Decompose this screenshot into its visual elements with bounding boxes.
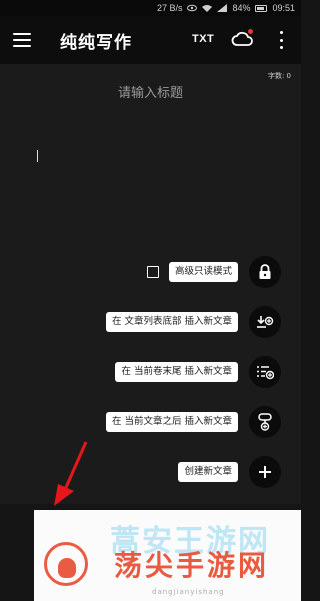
app-bar: 纯纯写作 TXT: [0, 16, 301, 64]
title-input[interactable]: 请输入标题: [0, 82, 301, 101]
watermark-overlay: 蒿安王游网 荡尖手游网 dangjianyishang: [34, 510, 301, 601]
eye-icon: [187, 4, 198, 12]
txt-export-button[interactable]: TXT: [192, 33, 214, 45]
insert-bottom-button[interactable]: [249, 306, 281, 338]
insert-bottom-label[interactable]: 在 文章列表底部 插入新文章: [105, 312, 238, 332]
insert-after-label[interactable]: 在 当前文章之后 插入新文章: [105, 412, 238, 432]
create-article-label[interactable]: 创建新文章: [178, 462, 238, 482]
insert-volume-end-button[interactable]: [249, 356, 281, 388]
clock: 09:51: [272, 3, 295, 13]
insert-volume-end-label[interactable]: 在 当前卷末尾 插入新文章: [115, 362, 238, 382]
readonly-mode-label[interactable]: 高级只读模式: [168, 262, 238, 282]
readonly-checkbox[interactable]: [146, 266, 159, 278]
word-count: 字数: 0: [267, 72, 291, 80]
more-vert-icon[interactable]: [278, 31, 284, 49]
fab-row-insert-volume-end: 在 当前卷末尾 插入新文章: [115, 362, 238, 382]
wifi-icon: [202, 5, 213, 12]
lock-icon: [259, 264, 271, 279]
fab-row-readonly: 高级只读模式: [146, 262, 238, 282]
notification-dot: [248, 29, 253, 34]
signal-icon: [217, 4, 228, 12]
fab-row-insert-after: 在 当前文章之后 插入新文章: [105, 412, 238, 432]
battery-percent: 84%: [232, 3, 251, 13]
readonly-lock-button[interactable]: [249, 256, 281, 288]
app-title: 纯纯写作: [60, 33, 132, 53]
insert-bottom-icon: [257, 316, 274, 328]
text-cursor: [37, 150, 38, 162]
watermark-url: dangjianyishang: [152, 588, 225, 596]
insert-after-icon: [258, 413, 272, 431]
cloud-sync-button[interactable]: [231, 29, 253, 49]
create-article-button[interactable]: [249, 456, 281, 488]
watermark-brand: 荡尖手游网: [114, 549, 270, 582]
plus-icon: [259, 466, 271, 478]
battery-icon: [255, 4, 268, 12]
network-speed: 27 B/s: [156, 3, 183, 13]
menu-icon[interactable]: [13, 33, 31, 47]
fab-row-insert-bottom: 在 文章列表底部 插入新文章: [105, 312, 238, 332]
list-add-icon: [257, 366, 274, 380]
watermark-logo-head: [58, 558, 76, 578]
fab-row-create: 创建新文章: [178, 462, 238, 482]
insert-after-button[interactable]: [249, 406, 281, 438]
red-arrow-annotation: [54, 441, 88, 506]
status-bar: 27 B/s 84% 09:51: [0, 0, 301, 16]
